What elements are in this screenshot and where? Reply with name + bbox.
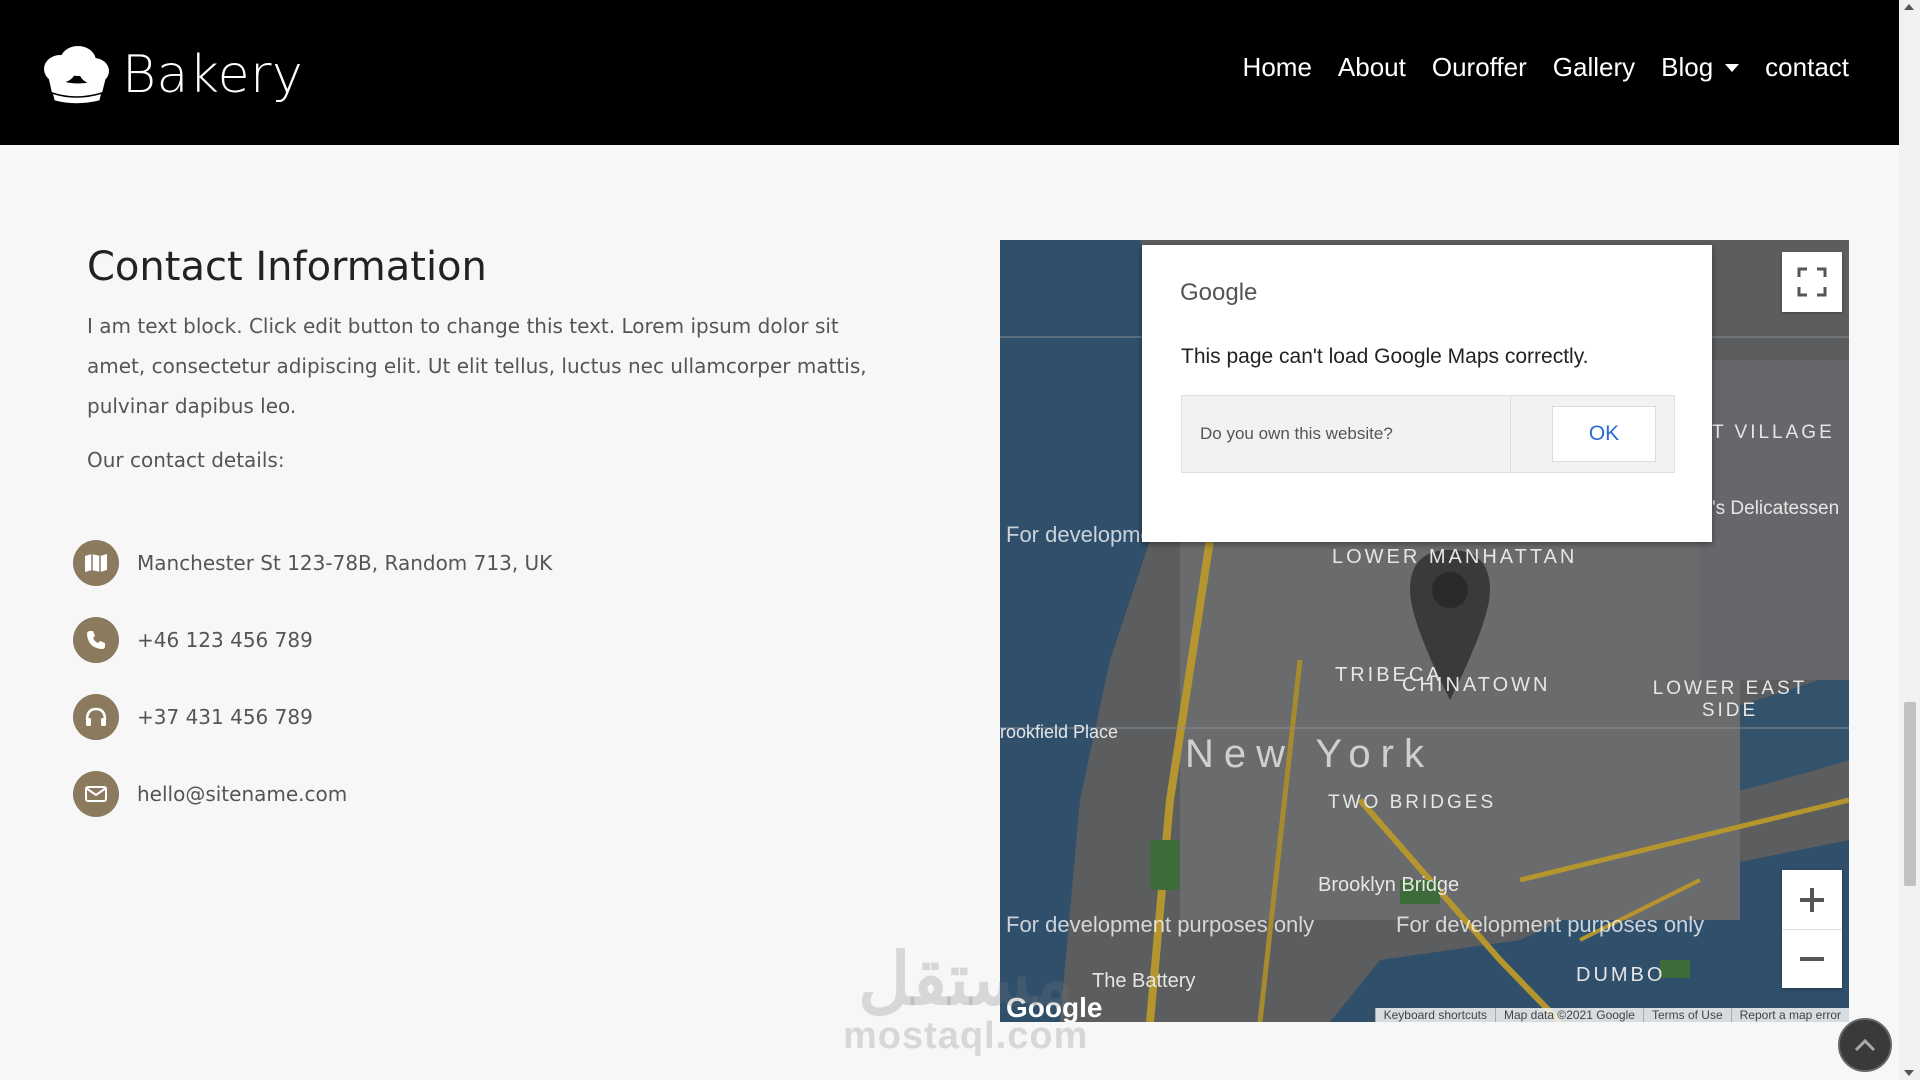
logo-text: Bakery bbox=[122, 45, 304, 105]
envelope-icon bbox=[73, 771, 119, 817]
watermark-latin: mostaql.com bbox=[843, 1015, 1089, 1057]
map-data-text: Map data ©2021 Google bbox=[1495, 1008, 1643, 1022]
address-text: Manchester St 123-78B, Random 713, UK bbox=[137, 551, 553, 575]
google-brand: Google bbox=[1180, 279, 1258, 306]
nav-gallery[interactable]: Gallery bbox=[1553, 52, 1635, 83]
map-label-new-york: New York bbox=[1185, 732, 1434, 776]
contact-description: I am text block. Click edit button to ch… bbox=[87, 314, 867, 418]
maps-error-message: This page can't load Google Maps correct… bbox=[1181, 345, 1589, 368]
dev-notice-left: For development purposes only bbox=[1006, 912, 1315, 937]
map-footer: Keyboard shortcuts Map data ©2021 Google… bbox=[1374, 1008, 1849, 1022]
nav-ouroffer[interactable]: Ouroffer bbox=[1432, 52, 1527, 83]
contact-support: +37 431 456 789 bbox=[73, 694, 313, 740]
scroll-down-icon[interactable] bbox=[1904, 1070, 1914, 1076]
section-title: Contact Information bbox=[87, 244, 487, 290]
zoom-out-button[interactable] bbox=[1782, 930, 1842, 988]
map-label-village: T VILLAGE bbox=[1712, 422, 1835, 443]
contact-phone: +46 123 456 789 bbox=[73, 617, 313, 663]
dialog-action-box: Do you own this website? OK bbox=[1181, 395, 1675, 473]
nav-home[interactable]: Home bbox=[1243, 52, 1312, 83]
map-label-dumbo: DUMBO bbox=[1576, 964, 1666, 986]
watermark: مستقل mostaql.com bbox=[843, 940, 1089, 1058]
map-label-lower-manhattan: LOWER MANHATTAN bbox=[1332, 546, 1578, 568]
map-label-delicatessen: 's Delicatessen bbox=[1712, 498, 1840, 519]
back-to-top-button[interactable] bbox=[1838, 1018, 1892, 1072]
fullscreen-button[interactable] bbox=[1782, 252, 1842, 312]
zoom-in-button[interactable] bbox=[1782, 871, 1842, 930]
nav-blog[interactable]: Blog bbox=[1661, 52, 1740, 83]
dev-notice-right: For development purposes only bbox=[1396, 912, 1705, 937]
scroll-up-icon[interactable] bbox=[1904, 4, 1914, 10]
nav-blog-label: Blog bbox=[1661, 52, 1714, 82]
keyboard-shortcuts-link[interactable]: Keyboard shortcuts bbox=[1374, 1008, 1495, 1022]
watermark-arabic: مستقل bbox=[857, 940, 1074, 1020]
email-text[interactable]: hello@sitename.com bbox=[137, 782, 347, 806]
map-label-brooklyn-bridge: Brooklyn Bridge bbox=[1318, 874, 1460, 896]
map-label-lower-east-side: LOWER EAST SIDE bbox=[1652, 678, 1808, 721]
scroll-thumb[interactable] bbox=[1904, 702, 1916, 886]
maps-error-dialog: Google This page can't load Google Maps … bbox=[1142, 245, 1712, 542]
main-nav: Home About Ouroffer Gallery Blog contact bbox=[1217, 52, 1849, 83]
logo[interactable]: Bakery bbox=[40, 40, 303, 110]
phone-icon bbox=[73, 617, 119, 663]
chevron-up-icon bbox=[1854, 1038, 1876, 1052]
report-error-link[interactable]: Report a map error bbox=[1730, 1008, 1849, 1022]
minus-icon bbox=[1800, 956, 1824, 961]
map-icon bbox=[73, 540, 119, 586]
nav-contact[interactable]: contact bbox=[1765, 52, 1849, 83]
chef-hat-icon bbox=[44, 46, 109, 105]
map-label-chinatown: CHINATOWN bbox=[1402, 674, 1551, 696]
contact-details-label: Our contact details: bbox=[87, 448, 285, 472]
page-scrollbar[interactable] bbox=[1899, 0, 1920, 1080]
embedded-map[interactable]: TRIBECA CHINATOWN New York TWO BRIDGES B… bbox=[1000, 240, 1849, 1022]
terms-link[interactable]: Terms of Use bbox=[1642, 1008, 1731, 1022]
headphones-icon bbox=[73, 694, 119, 740]
phone-text[interactable]: +46 123 456 789 bbox=[137, 628, 313, 652]
dev-notice-top: For development purposes only bbox=[1006, 522, 1146, 547]
zoom-controls bbox=[1782, 870, 1842, 988]
plus-icon bbox=[1800, 887, 1824, 912]
map-label-two-bridges: TWO BRIDGES bbox=[1328, 792, 1497, 813]
own-website-question[interactable]: Do you own this website? bbox=[1182, 396, 1511, 472]
support-phone-text[interactable]: +37 431 456 789 bbox=[137, 705, 313, 729]
fullscreen-icon bbox=[1797, 267, 1827, 297]
contact-address: Manchester St 123-78B, Random 713, UK bbox=[73, 540, 552, 586]
ok-button[interactable]: OK bbox=[1552, 406, 1656, 462]
contact-email: hello@sitename.com bbox=[73, 771, 347, 817]
chevron-down-icon bbox=[1725, 63, 1740, 72]
map-label-battery: The Battery bbox=[1092, 970, 1196, 992]
nav-about[interactable]: About bbox=[1338, 52, 1406, 83]
map-label-brookfield: rookfield Place bbox=[1000, 722, 1119, 742]
site-header: Bakery Home About Ouroffer Gallery Blog … bbox=[0, 0, 1899, 145]
